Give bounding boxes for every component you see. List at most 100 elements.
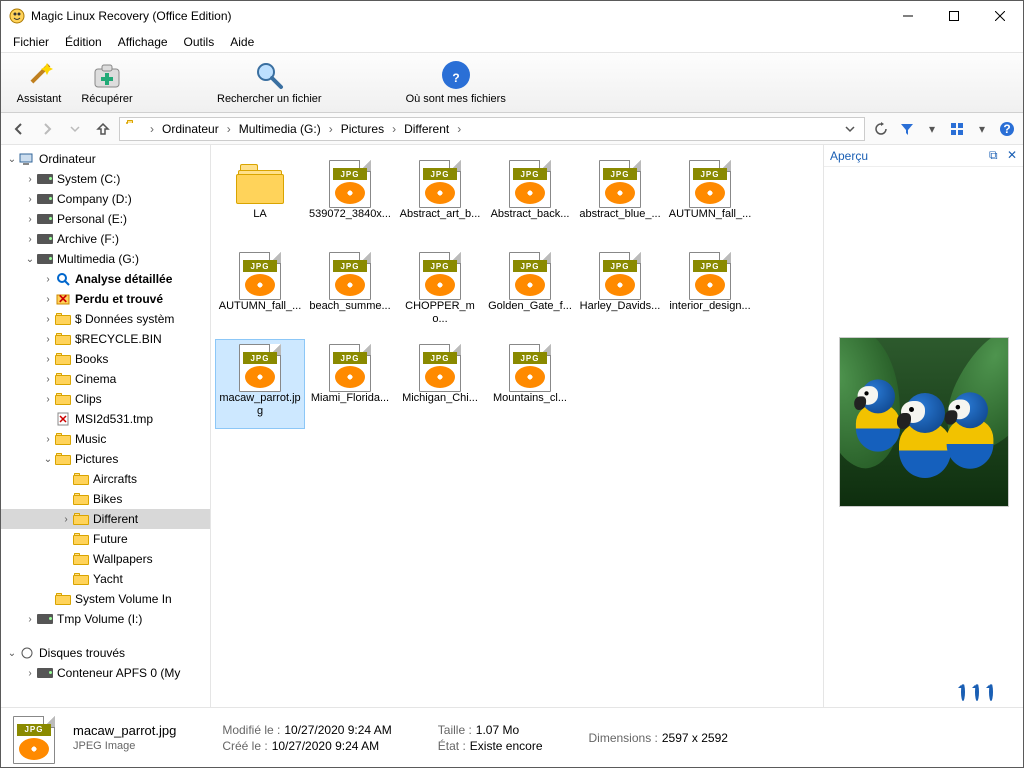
menu-tools[interactable]: Outils	[176, 33, 223, 51]
help-small-icon[interactable]: ?	[997, 119, 1017, 139]
maximize-button[interactable]	[931, 1, 977, 31]
expand-icon[interactable]: ⌄	[5, 154, 19, 165]
tree-item[interactable]: ›Music	[1, 429, 210, 449]
rotate-left-icon[interactable]	[961, 685, 965, 699]
tree-item[interactable]: ›Clips	[1, 389, 210, 409]
tree-item[interactable]: ⌄Ordinateur	[1, 149, 210, 169]
crumb-pictures[interactable]: Pictures	[335, 120, 390, 138]
menu-help[interactable]: Aide	[222, 33, 262, 51]
tree-item[interactable]: ›Books	[1, 349, 210, 369]
tree-item[interactable]: ›Company (D:)	[1, 189, 210, 209]
filter-dropdown[interactable]: ▾	[929, 122, 935, 136]
filter-icon[interactable]	[897, 119, 917, 139]
toolbar-recover[interactable]: Récupérer	[77, 59, 137, 105]
rotate-right-icon[interactable]	[989, 685, 993, 699]
expand-icon[interactable]: ›	[41, 434, 55, 445]
expand-icon[interactable]: ›	[23, 214, 37, 225]
expand-icon[interactable]: ›	[59, 514, 73, 525]
file-item[interactable]: JPGAbstract_art_b...	[395, 155, 485, 245]
breadcrumb[interactable]: › Ordinateur › Multimedia (G:) › Picture…	[119, 117, 865, 141]
nav-refresh[interactable]	[869, 117, 893, 141]
expand-icon[interactable]: ›	[23, 234, 37, 245]
nav-forward[interactable]	[35, 117, 59, 141]
file-item[interactable]: JPGCHOPPER_mo...	[395, 247, 485, 337]
toolbar-where[interactable]: ? Où sont mes fichiers	[402, 59, 510, 105]
nav-back[interactable]	[7, 117, 31, 141]
expand-icon[interactable]: ⌄	[23, 254, 37, 265]
expand-icon[interactable]: ›	[41, 374, 55, 385]
tree-item[interactable]: ⌄Disques trouvés	[1, 643, 210, 663]
tree-item[interactable]: ›System (C:)	[1, 169, 210, 189]
refresh-icon[interactable]	[975, 685, 979, 699]
tree-item[interactable]: ›$RECYCLE.BIN	[1, 329, 210, 349]
nav-history-dropdown[interactable]	[63, 117, 87, 141]
expand-icon[interactable]: ⌄	[41, 454, 55, 465]
chevron-right-icon[interactable]: ›	[455, 122, 463, 136]
menu-edit[interactable]: Édition	[57, 33, 110, 51]
file-item[interactable]: JPGMichigan_Chi...	[395, 339, 485, 429]
tree-item[interactable]: Future	[1, 529, 210, 549]
tree-item[interactable]: MSI2d531.tmp	[1, 409, 210, 429]
file-item[interactable]: JPG539072_3840x...	[305, 155, 395, 245]
close-button[interactable]	[977, 1, 1023, 31]
preview-close-icon[interactable]: ✕	[1007, 148, 1017, 162]
file-pane[interactable]: LAJPG539072_3840x...JPGAbstract_art_b...…	[211, 145, 823, 707]
view-mode-dropdown[interactable]: ▾	[979, 122, 985, 136]
preview-popout-icon[interactable]: ⧉	[989, 148, 998, 162]
crumb-different[interactable]: Different	[398, 120, 455, 138]
file-item[interactable]: LA	[215, 155, 305, 245]
expand-icon[interactable]: ›	[41, 394, 55, 405]
chevron-right-icon[interactable]: ›	[225, 122, 233, 136]
crumb-computer[interactable]: Ordinateur	[156, 120, 225, 138]
expand-icon[interactable]: ⌄	[5, 648, 19, 659]
file-item[interactable]: JPGAbstract_back...	[485, 155, 575, 245]
tree-item[interactable]: Wallpapers	[1, 549, 210, 569]
tree-item[interactable]: Yacht	[1, 569, 210, 589]
expand-icon[interactable]: ›	[23, 194, 37, 205]
file-item[interactable]: JPGGolden_Gate_f...	[485, 247, 575, 337]
crumb-drive[interactable]: Multimedia (G:)	[233, 120, 327, 138]
expand-icon[interactable]: ›	[23, 668, 37, 679]
expand-icon[interactable]: ›	[41, 334, 55, 345]
tree-item[interactable]: ›Tmp Volume (I:)	[1, 609, 210, 629]
tree-item[interactable]: ›Analyse détaillée	[1, 269, 210, 289]
expand-icon[interactable]: ›	[41, 354, 55, 365]
file-item[interactable]: JPGAUTUMN_fall_...	[665, 155, 755, 245]
expand-icon[interactable]: ›	[41, 314, 55, 325]
toolbar-search[interactable]: Rechercher un fichier	[213, 59, 326, 105]
view-mode-icon[interactable]	[947, 119, 967, 139]
toolbar-assistant[interactable]: Assistant	[9, 59, 69, 105]
file-item[interactable]: JPGmacaw_parrot.jpg	[215, 339, 305, 429]
tree-item[interactable]: ›Personal (E:)	[1, 209, 210, 229]
tree-item[interactable]: ⌄Multimedia (G:)	[1, 249, 210, 269]
file-item[interactable]: JPGHarley_Davids...	[575, 247, 665, 337]
file-item[interactable]: JPGMiami_Florida...	[305, 339, 395, 429]
tree-item[interactable]: System Volume In	[1, 589, 210, 609]
tree-item[interactable]: ⌄Pictures	[1, 449, 210, 469]
file-item[interactable]: JPGinterior_design...	[665, 247, 755, 337]
tree-item[interactable]: ›✕Perdu et trouvé	[1, 289, 210, 309]
breadcrumb-dropdown[interactable]	[838, 117, 862, 141]
tree-item[interactable]: Aircrafts	[1, 469, 210, 489]
tree-item[interactable]: ›Different	[1, 509, 210, 529]
chevron-right-icon[interactable]: ›	[327, 122, 335, 136]
expand-icon[interactable]: ›	[41, 274, 55, 285]
expand-icon[interactable]: ›	[23, 174, 37, 185]
file-item[interactable]: JPGMountains_cl...	[485, 339, 575, 429]
minimize-button[interactable]	[885, 1, 931, 31]
chevron-right-icon[interactable]: ›	[390, 122, 398, 136]
tree-item[interactable]: ›Archive (F:)	[1, 229, 210, 249]
file-item[interactable]: JPGabstract_blue_...	[575, 155, 665, 245]
tree-item[interactable]: ›$ Données systèm	[1, 309, 210, 329]
tree-item[interactable]: ›Conteneur APFS 0 (My	[1, 663, 210, 683]
expand-icon[interactable]: ›	[41, 294, 55, 305]
menu-file[interactable]: Fichier	[5, 33, 57, 51]
chevron-right-icon[interactable]: ›	[148, 122, 156, 136]
tree-item[interactable]: ›Cinema	[1, 369, 210, 389]
file-item[interactable]: JPGAUTUMN_fall_...	[215, 247, 305, 337]
menu-view[interactable]: Affichage	[110, 33, 176, 51]
expand-icon[interactable]: ›	[23, 614, 37, 625]
file-item[interactable]: JPGbeach_summe...	[305, 247, 395, 337]
tree-item[interactable]: Bikes	[1, 489, 210, 509]
tree-pane[interactable]: ⌄Ordinateur›System (C:)›Company (D:)›Per…	[1, 145, 211, 707]
